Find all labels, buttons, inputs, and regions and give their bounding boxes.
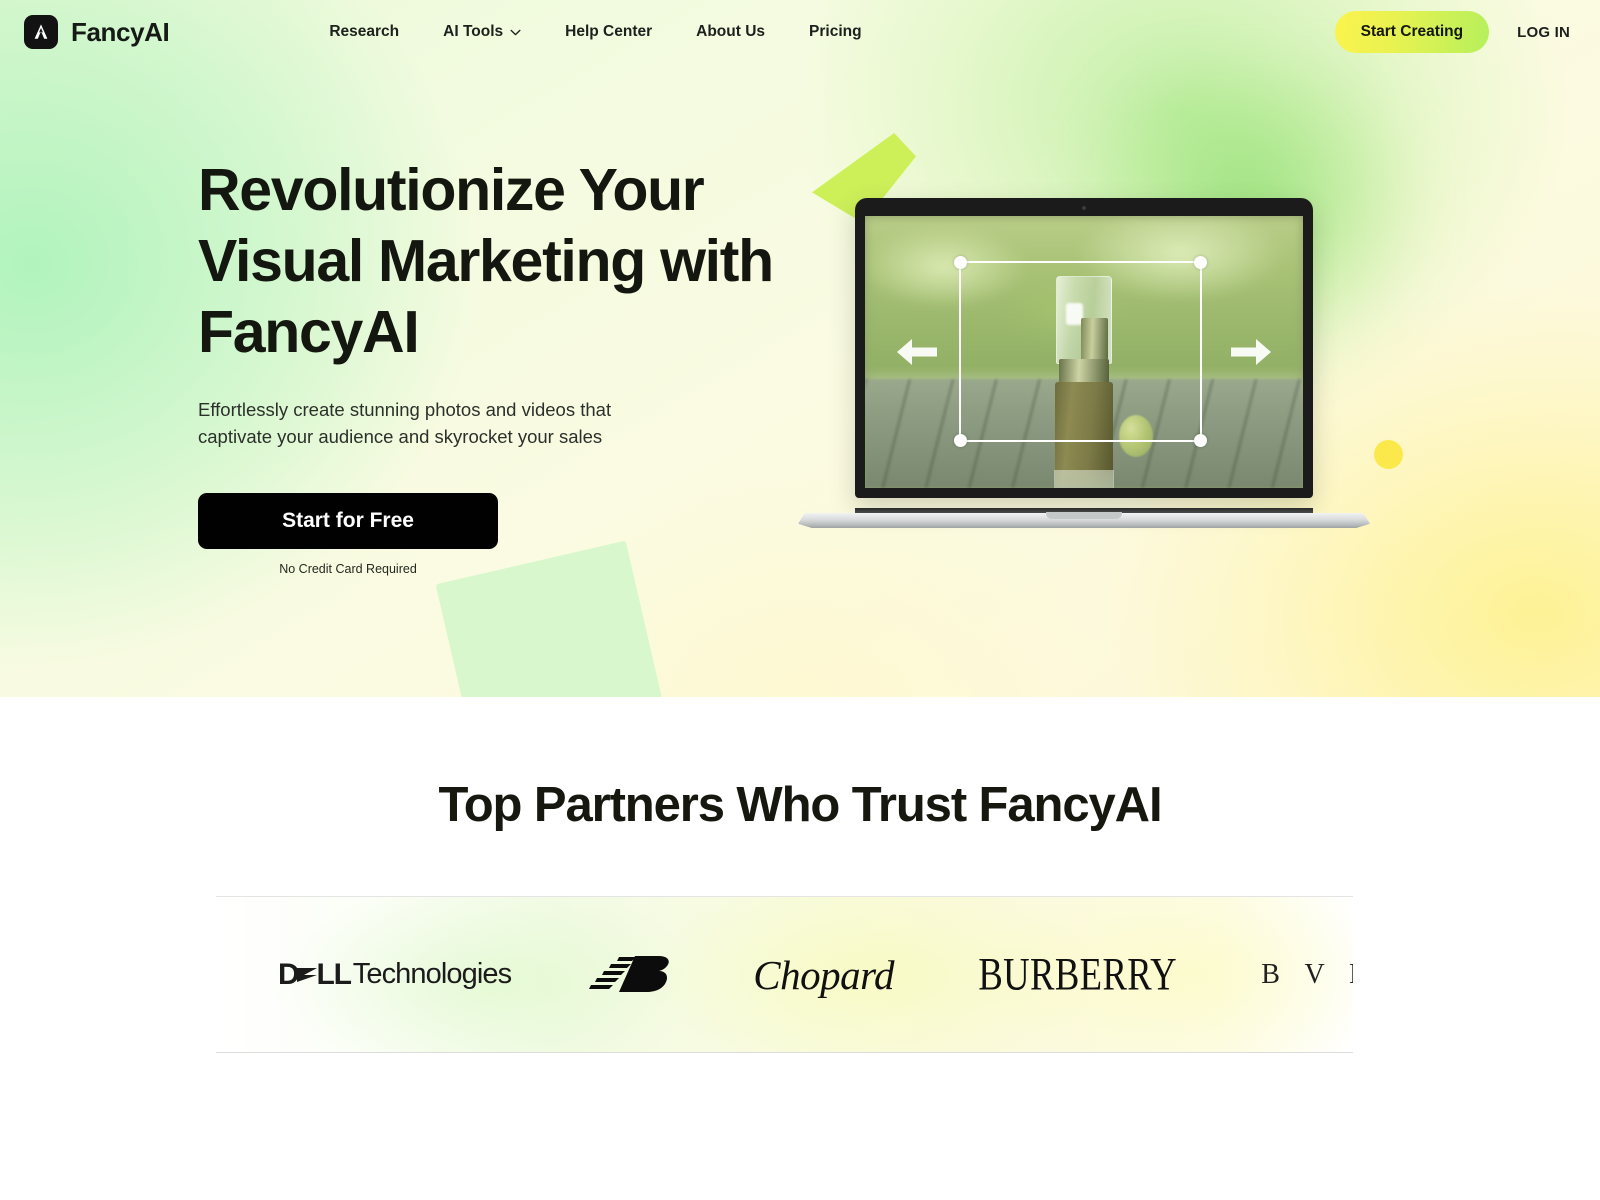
chevron-down-icon: [510, 29, 521, 35]
partners-section: Top Partners Who Trust FancyAI D LL Tech…: [0, 697, 1600, 1200]
nav-link-help-center[interactable]: Help Center: [565, 23, 652, 41]
laptop-mockup: [798, 198, 1370, 528]
fancyai-chevron-logo-icon: [24, 15, 58, 49]
nav-link-about-us[interactable]: About Us: [696, 23, 765, 41]
brand-logo[interactable]: FancyAI: [24, 15, 170, 49]
partners-title: Top Partners Who Trust FancyAI: [438, 778, 1163, 832]
dell-letter-d: D: [278, 957, 300, 991]
nav-link-pricing[interactable]: Pricing: [809, 23, 862, 41]
selection-crop-frame[interactable]: [954, 255, 1208, 447]
partner-logo-chopard: Chopard: [753, 951, 894, 999]
laptop-base-notch: [1046, 512, 1122, 519]
laptop-camera-icon: [1082, 206, 1086, 210]
bottle-base: [1054, 469, 1114, 488]
dell-e-slash-icon: [297, 967, 318, 982]
laptop-lid: [855, 198, 1313, 498]
main-navbar: FancyAI Research AI Tools Help Center Ab…: [0, 0, 1600, 64]
nav-links: Research AI Tools Help Center About Us P…: [329, 23, 861, 41]
nav-link-label: Help Center: [565, 23, 653, 40]
nav-link-label: Research: [329, 23, 400, 40]
login-button[interactable]: LOG IN: [1517, 24, 1570, 41]
nav-link-ai-tools[interactable]: AI Tools: [443, 23, 521, 41]
hero-section: FancyAI Research AI Tools Help Center Ab…: [0, 0, 1600, 697]
yellow-dot-decoration: [1374, 440, 1403, 469]
partner-logo-bvlgari: B V L G A R I: [1261, 959, 1353, 991]
start-for-free-button[interactable]: Start for Free: [198, 493, 498, 549]
arrow-left-icon[interactable]: [896, 337, 938, 367]
dell-technologies-word: Technologies: [352, 958, 512, 990]
partner-logos-strip: D LL Technologies Chopard BURBERRY B V: [216, 896, 1353, 1053]
nav-link-label: Pricing: [809, 23, 862, 40]
burberry-wordmark: BURBERRY: [978, 949, 1177, 1000]
nav-link-label: About Us: [696, 23, 766, 40]
start-creating-button[interactable]: Start Creating: [1334, 11, 1490, 53]
partner-logo-burberry: BURBERRY: [972, 949, 1183, 1000]
hero-title: Revolutionize Your Visual Marketing with…: [198, 157, 774, 365]
laptop-screen: [865, 216, 1303, 488]
nav-link-label: AI Tools: [443, 23, 504, 40]
partner-logo-new-balance: [589, 952, 675, 998]
hero-copy: Revolutionize Your Visual Marketing with…: [198, 155, 778, 576]
navbar-actions: Start Creating LOG IN: [1334, 11, 1570, 53]
crop-handle-top-left[interactable]: [954, 255, 968, 269]
dell-letters-ll: LL: [316, 957, 351, 991]
brand-name: FancyAI: [71, 16, 170, 47]
hero-subtitle: Effortlessly create stunning photos and …: [198, 399, 612, 447]
nav-link-research[interactable]: Research: [329, 23, 399, 41]
partner-logos-row: D LL Technologies Chopard BURBERRY B V: [216, 897, 1353, 1052]
arrow-right-icon[interactable]: [1230, 337, 1272, 367]
partner-logo-dell-technologies: D LL Technologies: [278, 957, 512, 992]
new-balance-nb-icon: [589, 955, 669, 992]
chopard-wordmark: Chopard: [753, 951, 895, 998]
crop-handle-bottom-right[interactable]: [1194, 433, 1208, 447]
landing-page: FancyAI Research AI Tools Help Center Ab…: [0, 0, 1600, 1200]
no-credit-card-note: No Credit Card Required: [279, 562, 417, 576]
bvlgari-wordmark: B V L G A R I: [1261, 958, 1353, 990]
crop-handle-bottom-left[interactable]: [954, 433, 968, 447]
